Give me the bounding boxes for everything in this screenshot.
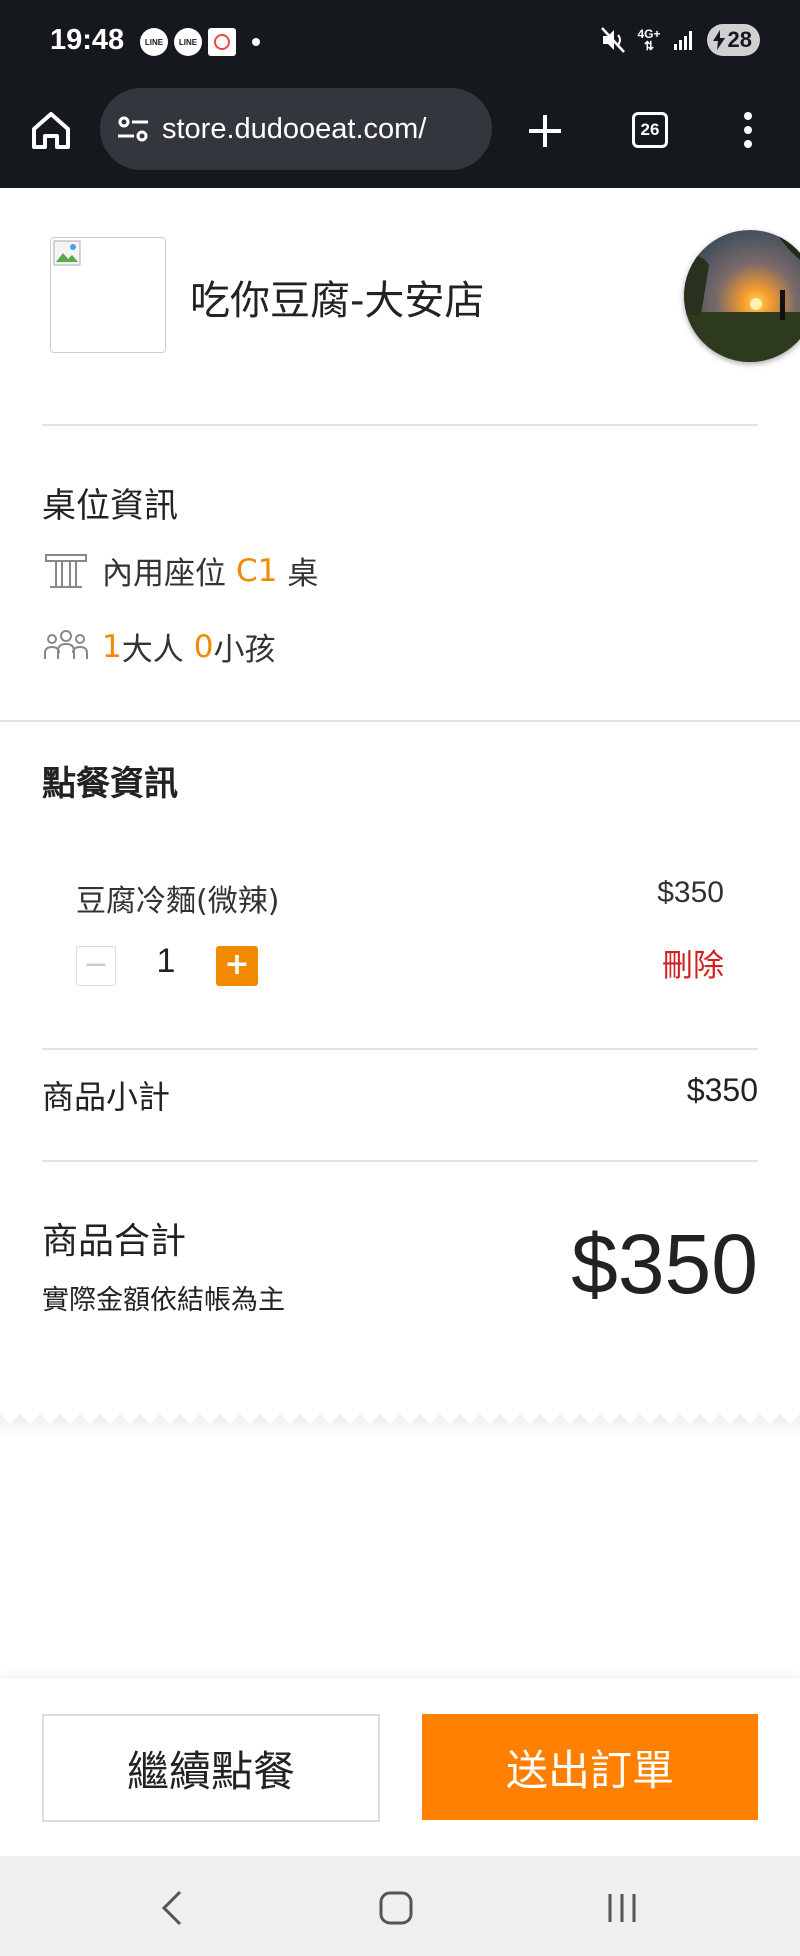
recents-icon[interactable] [592,1886,652,1930]
tabs-icon[interactable]: 26 [632,112,668,148]
url-text[interactable]: store.dudooeat.com/ [162,113,426,146]
user-avatar[interactable] [684,230,800,362]
avatar-photo [684,230,800,362]
line-notification-icon: LINE [174,28,202,56]
divider [42,1160,758,1162]
continue-ordering-button[interactable]: 繼續點餐 [42,1714,380,1822]
table-info-title: 桌位資訊 [42,486,178,526]
seat-code: C1 [236,552,278,589]
submit-order-button[interactable]: 送出訂單 [422,1714,758,1820]
section-divider [0,720,800,722]
battery-indicator: 28 [706,24,760,56]
party-row: 1 大人 0 小孩 [42,624,275,669]
adult-label: 大人 [121,632,184,668]
line-notification-icon: LINE [140,28,168,56]
status-right: 4G+ ⇅ 28 [600,24,760,56]
delete-item-button[interactable]: 刪除 [662,940,724,985]
back-icon[interactable] [142,1886,202,1930]
total-value: $350 [571,1217,758,1311]
charging-icon [712,30,725,50]
site-settings-icon[interactable] [116,114,150,144]
status-bar: 19:48 LINE LINE 4G+ ⇅ 28 [0,0,800,86]
store-logo [50,237,166,353]
more-vert-icon[interactable] [738,110,758,150]
seat-row: 內用座位 C1 桌 [42,548,318,593]
divider [42,424,758,426]
browser-toolbar: store.dudooeat.com/ 26 [0,86,800,188]
signal-icon [673,31,692,50]
network-indicator: 4G+ ⇅ [637,27,661,53]
subtotal-label: 商品小計 [42,1078,171,1116]
child-label: 小孩 [213,632,276,668]
more-notifications-dot [252,38,260,46]
home-nav-icon[interactable] [366,1886,426,1930]
plus-icon[interactable] [526,112,564,150]
adult-count: 1 [102,628,122,665]
item-name: 豆腐冷麵(微辣) [76,884,280,919]
bottom-action-bar: 繼續點餐 送出訂單 [0,1678,800,1856]
store-name: 吃你豆腐-大安店 [190,278,485,324]
home-icon[interactable] [28,108,74,154]
increase-quantity-button[interactable]: + [216,946,258,986]
item-quantity: 1 [156,942,176,980]
decrease-quantity-button[interactable]: − [76,946,116,986]
order-info-title: 點餐資訊 [42,764,178,804]
receipt-zigzag-edge [0,1400,800,1436]
seat-suffix: 桌 [287,556,319,592]
notification-icons: LINE LINE [140,28,260,56]
system-nav-bar [0,1856,800,1956]
divider [42,1048,758,1050]
table-icon [45,553,87,588]
app-notification-icon [208,28,236,56]
status-time: 19:48 [50,24,125,56]
item-price: $350 [657,876,724,909]
people-icon [44,629,88,659]
total-label: 商品合計 [42,1221,187,1262]
mute-icon [600,27,625,53]
seat-prefix: 內用座位 [102,556,226,592]
broken-image-icon [53,240,81,266]
address-bar[interactable]: store.dudooeat.com/ [100,88,492,170]
total-note: 實際金額依結帳為主 [42,1285,285,1316]
subtotal-value: $350 [686,1072,758,1108]
child-count: 0 [193,628,214,665]
